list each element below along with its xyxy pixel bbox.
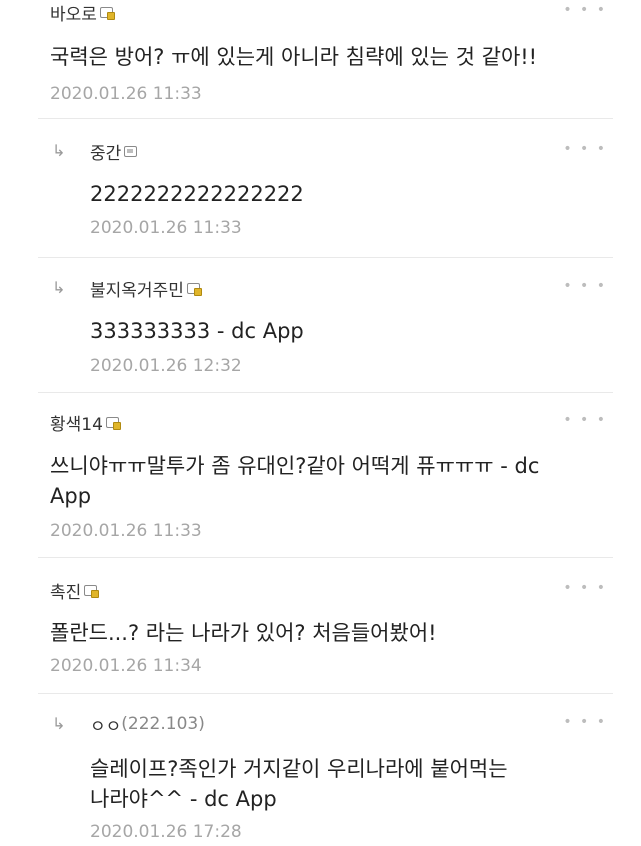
comment-header: 황색14: [50, 410, 121, 435]
ip-address: (222.103): [121, 714, 205, 734]
more-options-button[interactable]: • • •: [563, 580, 607, 596]
member-badge-icon: [99, 6, 115, 20]
comment-header: 바오로: [50, 0, 115, 25]
comment-date: 2020.01.26 11:33: [50, 521, 202, 541]
comment-text-line-2: 나라야^^ - dc App: [90, 787, 277, 811]
reply-arrow-icon: ↳: [52, 278, 66, 297]
comment-divider: [38, 557, 613, 558]
nickname[interactable]: 바오로: [50, 0, 97, 25]
reply-arrow-icon: ↳: [52, 714, 66, 733]
nickname[interactable]: 황색14: [50, 410, 103, 435]
nickname[interactable]: 중간: [90, 139, 121, 164]
comment-text-line-2: App: [50, 484, 92, 508]
comment-divider: [38, 257, 613, 258]
member-badge-icon: [124, 145, 138, 157]
comment-date: 2020.01.26 17:28: [90, 822, 242, 842]
more-options-button[interactable]: • • •: [563, 412, 607, 428]
comment-text: 폴란드...? 라는 나라가 있어? 처음들어봤어!: [50, 621, 437, 645]
member-badge-icon: [105, 416, 121, 430]
member-badge-icon: [186, 282, 202, 296]
more-options-button[interactable]: • • •: [563, 714, 607, 730]
comment-date: 2020.01.26 11:33: [90, 218, 242, 238]
more-options-button[interactable]: • • •: [563, 278, 607, 294]
comment-text: 333333333 - dc App: [90, 319, 304, 343]
comment-date: 2020.01.26 11:33: [50, 84, 202, 104]
comment-list: 바오로 • • • 국력은 방어? ㅠ에 있는게 아니라 침략에 있는 것 같아…: [0, 0, 641, 846]
comment-text-line-1: 쓰니야ㅠㅠ말투가 좀 유대인?같아 어떡게 퓨ㅠㅠㅠ - dc: [50, 454, 540, 478]
comment-divider: [38, 392, 613, 393]
comment-divider: [38, 693, 613, 694]
comment-divider: [38, 118, 613, 119]
comment-text: 국력은 방어? ㅠ에 있는게 아니라 침략에 있는 것 같아!!: [50, 45, 538, 69]
comment-header: ㅇㅇ (222.103): [90, 712, 205, 737]
nickname[interactable]: 촉진: [50, 578, 81, 603]
comment-text: 2222222222222222: [90, 182, 304, 206]
more-options-button[interactable]: • • •: [563, 141, 607, 157]
more-options-button[interactable]: • • •: [563, 2, 607, 18]
comment-header: 촉진: [50, 578, 100, 603]
comment-date: 2020.01.26 11:34: [50, 656, 202, 676]
comment-text-line-1: 슬레이프?족인가 거지같이 우리나라에 붙어먹는: [90, 757, 508, 781]
reply-arrow-icon: ↳: [52, 141, 66, 160]
nickname[interactable]: ㅇㅇ: [90, 712, 121, 737]
comment-header: 중간: [90, 139, 138, 164]
comment-date: 2020.01.26 12:32: [90, 356, 242, 376]
comment-header: 불지옥거주민: [90, 276, 202, 301]
member-badge-icon: [84, 584, 100, 598]
nickname[interactable]: 불지옥거주민: [90, 276, 184, 301]
